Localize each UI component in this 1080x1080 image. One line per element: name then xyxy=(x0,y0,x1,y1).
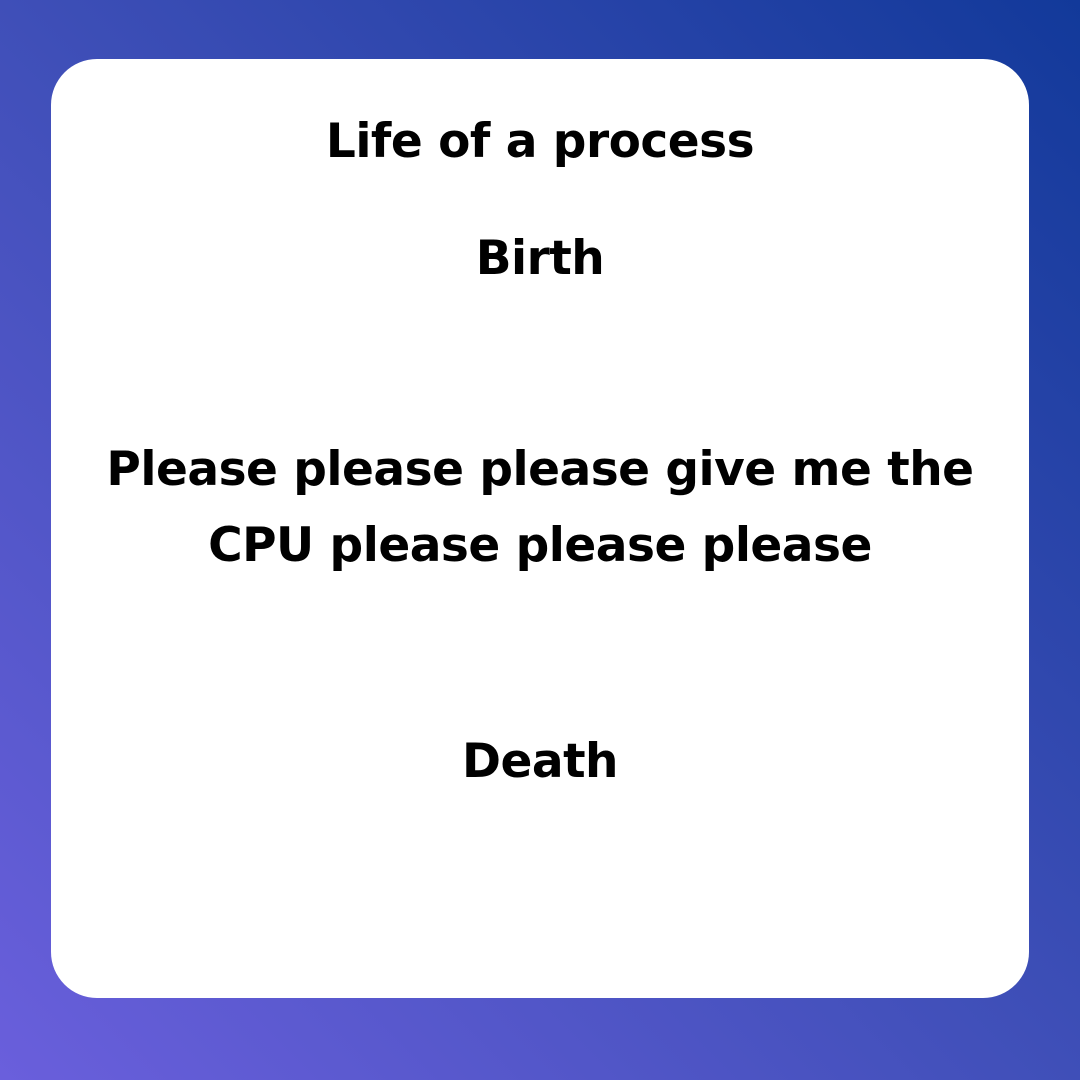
cpu-plea-line-1: Please please please give me the xyxy=(106,442,974,497)
death-text: Death xyxy=(461,734,619,789)
cpu-plea-line-2: CPU please please please xyxy=(208,518,872,573)
birth-text: Birth xyxy=(475,231,605,286)
meme-card: Life of a process Birth Please please pl… xyxy=(51,59,1029,998)
page-title: Life of a process xyxy=(325,114,755,169)
cpu-plea-text: Please please please give me the CPU ple… xyxy=(51,432,1029,584)
